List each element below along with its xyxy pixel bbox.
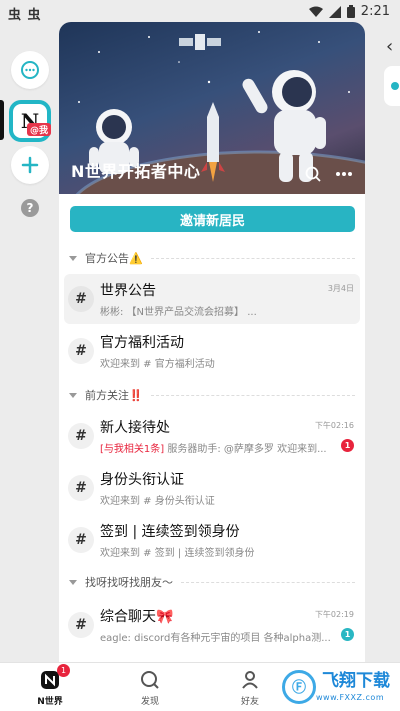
site-watermark: Ⓕ 飞翔下载 www.FXXZ.com: [282, 664, 400, 710]
signal-icon: [328, 5, 341, 18]
more-options-icon[interactable]: [335, 171, 353, 177]
plus-icon: [21, 156, 39, 174]
watermark-logo-icon: Ⓕ: [282, 670, 316, 704]
nav-badge: 1: [57, 664, 70, 677]
section-official-announcements[interactable]: 官方公告⚠️: [69, 248, 355, 268]
space-station: [179, 34, 221, 50]
channel-name: 官方福利活动: [100, 335, 184, 351]
channel-general-chat[interactable]: # 综合聊天🎀 下午02:19 eagle: discord有各种元宇宙的项目 …: [64, 600, 360, 650]
mention-tag: @我: [26, 123, 51, 136]
channel-name: 综合聊天🎀: [100, 609, 174, 625]
collapse-chevron-icon[interactable]: ‹: [386, 36, 393, 57]
server-avatar-n-world[interactable]: N @我: [9, 100, 51, 142]
collapse-arrow-icon: [69, 579, 77, 585]
section-title: 找呀找呀找朋友～: [85, 576, 173, 589]
channel-preview: 欢迎来到 # 身份头衔认证: [100, 496, 215, 507]
hashtag-icon: #: [68, 527, 94, 553]
channel-name: 签到 | 连续签到领身份: [100, 524, 240, 540]
hashtag-icon: #: [68, 475, 94, 501]
hashtag-icon: #: [68, 423, 94, 449]
channel-preview: eagle: discord有各种元宇宙的项目 各种alpha测...: [100, 633, 331, 644]
active-server-indicator: [0, 100, 4, 140]
section-title: 官方公告⚠️: [85, 252, 143, 265]
server-panel: N世界开拓者中心 邀请新居民 官方公告⚠️ # 世界公告 3月4日 彬彬: 【N…: [59, 22, 365, 662]
hashtag-icon: #: [68, 338, 94, 364]
channel-preview: [与我相关1条] 服务器助手: @萨摩多罗 欢迎来到...: [100, 440, 335, 455]
channel-newcomer-reception[interactable]: # 新人接待处 下午02:16 [与我相关1条] 服务器助手: @萨摩多罗 欢迎…: [64, 411, 360, 461]
section-title: 前方关注‼️: [85, 389, 143, 402]
channel-world-announcement[interactable]: # 世界公告 3月4日 彬彬: 【N世界产品交流会招募】 ...: [64, 274, 360, 324]
tab-label: 好友: [240, 697, 259, 707]
pin-icon: [391, 82, 399, 90]
tab-label: 发现: [140, 697, 159, 707]
discover-icon: [141, 671, 159, 689]
chat-bubble-icon: [21, 61, 39, 79]
clock: 2:21: [360, 4, 390, 19]
section-front-focus[interactable]: 前方关注‼️: [69, 385, 355, 405]
channel-title-verification[interactable]: # 身份头衔认证 欢迎来到 # 身份头衔认证: [64, 463, 360, 513]
section-divider: [181, 581, 355, 583]
notification-icons: 虫 虫: [8, 8, 42, 23]
friends-icon: [242, 671, 258, 689]
tab-discover[interactable]: 发现: [120, 663, 180, 711]
collapse-arrow-icon: [69, 392, 77, 398]
help-button[interactable]: ?: [21, 199, 39, 217]
add-server-button[interactable]: [11, 146, 49, 184]
channel-preview: 彬彬: 【N世界产品交流会招募】 ...: [100, 307, 257, 318]
channel-name: 新人接待处: [100, 420, 170, 436]
channel-checkin[interactable]: # 签到 | 连续签到领身份 欢迎来到 # 签到 | 连续签到领身份: [64, 515, 360, 565]
hashtag-icon: #: [68, 286, 94, 312]
search-icon[interactable]: [305, 166, 321, 182]
collapse-arrow-icon: [69, 255, 77, 261]
status-bar: 虫 虫 2:21: [0, 0, 400, 24]
mention-indicator: [与我相关1条]: [100, 444, 165, 455]
channel-date: 下午02:19: [314, 610, 354, 619]
server-banner: N世界开拓者中心: [59, 22, 365, 194]
hashtag-icon: #: [68, 612, 94, 638]
watermark-text: 飞翔下载: [322, 670, 390, 691]
tab-friends[interactable]: 好友: [220, 663, 280, 711]
channel-date: 下午02:16: [314, 421, 354, 430]
wifi-icon: [308, 6, 323, 17]
battery-icon: [346, 5, 355, 18]
channel-preview-text: 服务器助手: @萨摩多罗 欢迎来到...: [164, 444, 327, 455]
messages-button[interactable]: [11, 51, 49, 89]
unread-badge: 1: [341, 628, 354, 641]
channel-official-benefits[interactable]: # 官方福利活动 欢迎来到 # 官方福利活动: [64, 326, 360, 376]
section-divider: [150, 257, 355, 259]
channel-preview: 欢迎来到 # 签到 | 连续签到领身份: [100, 548, 255, 559]
tab-label: N世界: [37, 697, 63, 707]
tab-n-world[interactable]: 1 N世界: [20, 663, 80, 711]
rocket: [201, 102, 225, 182]
member-panel-edge[interactable]: [384, 66, 400, 106]
invite-residents-button[interactable]: 邀请新居民: [70, 206, 355, 232]
section-find-friends[interactable]: 找呀找呀找朋友～: [69, 572, 355, 592]
section-divider: [150, 394, 355, 396]
channel-name: 身份头衔认证: [100, 472, 184, 488]
server-title: N世界开拓者中心: [71, 162, 201, 181]
channel-date: 3月4日: [327, 284, 354, 293]
watermark-url: www.FXXZ.com: [316, 692, 385, 702]
channel-name: 世界公告: [100, 283, 156, 299]
channel-preview: 欢迎来到 # 官方福利活动: [100, 359, 215, 370]
unread-badge: 1: [341, 439, 354, 452]
